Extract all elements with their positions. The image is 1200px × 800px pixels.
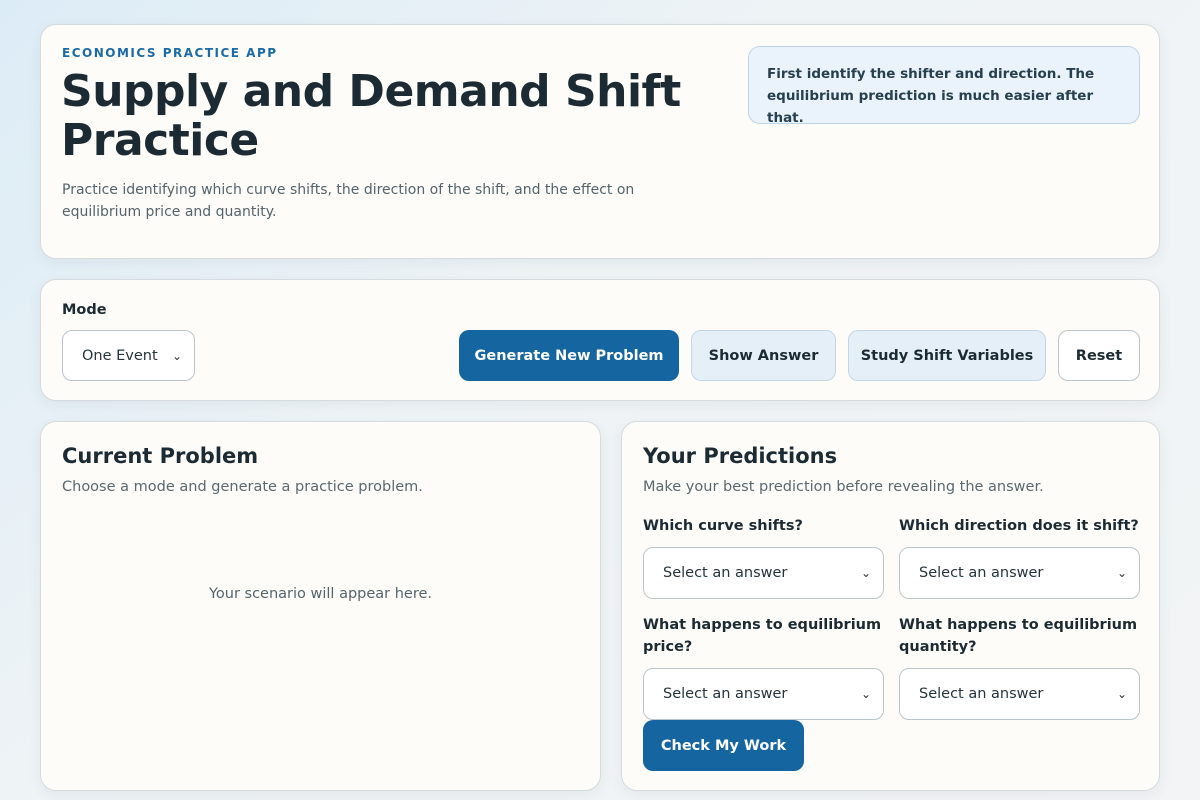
question-curve-label: Which curve shifts? [643,518,803,534]
page-title: Supply and Demand Shift Practice [61,66,681,166]
curve-shift-select[interactable]: Select an answer ⌄ [643,547,884,599]
equilibrium-price-select-value: Select an answer [663,686,788,702]
question-quantity-label: What happens to equilibrium quantity? [899,617,1138,655]
current-problem-title: Current Problem [62,444,259,468]
tip-box: First identify the shifter and direction… [748,46,1140,126]
scenario-placeholder: Your scenario will appear here. [208,586,433,602]
question-price-label: What happens to equilibrium price? [643,617,882,655]
chevron-down-icon: ⌄ [1116,566,1127,580]
curve-shift-select-value: Select an answer [663,565,788,581]
shift-direction-select[interactable]: Select an answer ⌄ [899,547,1140,599]
show-answer-button[interactable]: Show Answer [691,330,836,381]
app-eyebrow: ECONOMICS PRACTICE APP [62,46,278,60]
predictions-card: Your Predictions Make your best predicti… [621,421,1160,791]
current-problem-subtitle: Choose a mode and generate a practice pr… [62,479,423,495]
mode-select-value: One Event [82,347,158,364]
question-direction-label: Which direction does it shift? [899,518,1139,534]
chevron-down-icon: ⌄ [1116,687,1127,701]
toolbar-card: Mode One Event ⌄ Generate New Problem Sh… [40,279,1160,401]
page-subtitle: Practice identifying which curve shifts,… [62,182,635,220]
chevron-down-icon: ⌄ [860,687,871,701]
current-problem-card: Current Problem Choose a mode and genera… [40,421,601,791]
shift-direction-select-value: Select an answer [919,565,1044,581]
predictions-title: Your Predictions [643,444,838,468]
mode-select[interactable]: One Event ⌄ [62,330,195,381]
study-shift-variables-button[interactable]: Study Shift Variables [848,330,1046,381]
mode-label: Mode [62,302,107,318]
chevron-down-icon: ⌄ [171,348,182,363]
equilibrium-quantity-select[interactable]: Select an answer ⌄ [899,668,1140,720]
header-card: ECONOMICS PRACTICE APP Supply and Demand… [40,24,1160,259]
check-my-work-button[interactable]: Check My Work [643,720,804,771]
predictions-subtitle: Make your best prediction before reveali… [643,479,1044,495]
equilibrium-quantity-select-value: Select an answer [919,686,1044,702]
equilibrium-price-select[interactable]: Select an answer ⌄ [643,668,884,720]
chevron-down-icon: ⌄ [860,566,871,580]
reset-button[interactable]: Reset [1058,330,1140,381]
generate-new-problem-button[interactable]: Generate New Problem [459,330,679,381]
